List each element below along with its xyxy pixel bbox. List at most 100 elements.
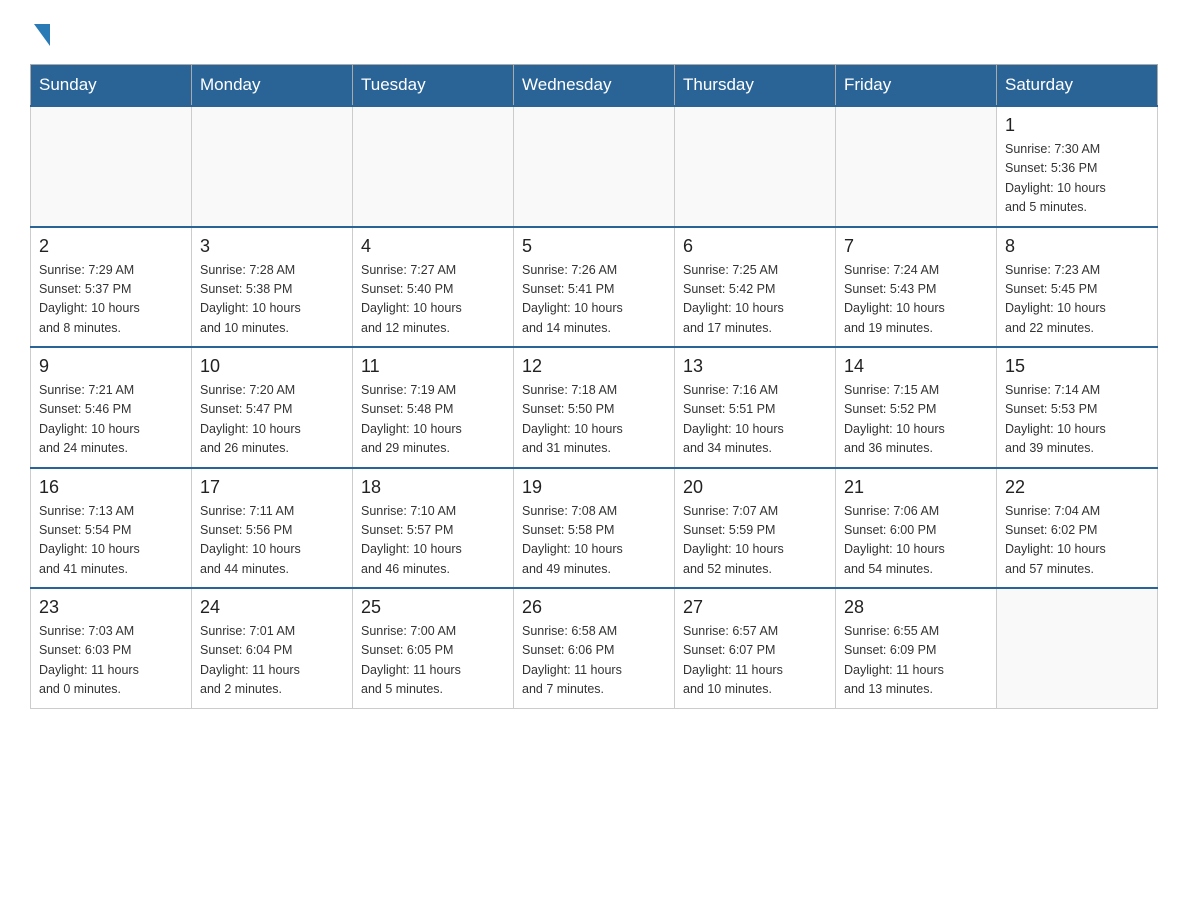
day-number: 27 [683,597,827,618]
day-number: 19 [522,477,666,498]
calendar-cell: 25 Sunrise: 7:00 AM Sunset: 6:05 PM Dayli… [353,588,514,708]
weekday-header-wednesday: Wednesday [514,65,675,107]
day-info: Sunrise: 7:13 AM Sunset: 5:54 PM Dayligh… [39,502,183,580]
calendar-cell [836,106,997,227]
logo [30,20,50,44]
day-number: 17 [200,477,344,498]
day-number: 22 [1005,477,1149,498]
day-info: Sunrise: 6:55 AM Sunset: 6:09 PM Dayligh… [844,622,988,700]
day-info: Sunrise: 7:16 AM Sunset: 5:51 PM Dayligh… [683,381,827,459]
calendar-cell: 11Sunrise: 7:19 AM Sunset: 5:48 PM Dayli… [353,347,514,468]
calendar-cell: 26 Sunrise: 6:58 AM Sunset: 6:06 PM Dayli… [514,588,675,708]
day-info: Sunrise: 7:15 AM Sunset: 5:52 PM Dayligh… [844,381,988,459]
day-number: 15 [1005,356,1149,377]
calendar-cell: 2 Sunrise: 7:29 AM Sunset: 5:37 PM Daylig… [31,227,192,348]
weekday-header-row: SundayMondayTuesdayWednesdayThursdayFrid… [31,65,1158,107]
calendar-cell: 24 Sunrise: 7:01 AM Sunset: 6:04 PM Dayli… [192,588,353,708]
day-number: 24 [200,597,344,618]
day-number: 2 [39,236,183,257]
week-row-2: 2 Sunrise: 7:29 AM Sunset: 5:37 PM Daylig… [31,227,1158,348]
day-info: Sunrise: 7:04 AM Sunset: 6:02 PM Dayligh… [1005,502,1149,580]
day-info: Sunrise: 7:20 AM Sunset: 5:47 PM Dayligh… [200,381,344,459]
day-number: 11 [361,356,505,377]
day-info: Sunrise: 7:14 AM Sunset: 5:53 PM Dayligh… [1005,381,1149,459]
calendar-cell [997,588,1158,708]
calendar-cell: 1 Sunrise: 7:30 AM Sunset: 5:36 PM Daylig… [997,106,1158,227]
calendar-cell [31,106,192,227]
calendar-cell [675,106,836,227]
page-header [30,20,1158,44]
day-info: Sunrise: 7:23 AM Sunset: 5:45 PM Dayligh… [1005,261,1149,339]
weekday-header-monday: Monday [192,65,353,107]
day-info: Sunrise: 6:58 AM Sunset: 6:06 PM Dayligh… [522,622,666,700]
calendar-cell [353,106,514,227]
weekday-header-thursday: Thursday [675,65,836,107]
calendar-cell: 13 Sunrise: 7:16 AM Sunset: 5:51 PM Dayli… [675,347,836,468]
day-info: Sunrise: 7:11 AM Sunset: 5:56 PM Dayligh… [200,502,344,580]
day-number: 12 [522,356,666,377]
day-info: Sunrise: 7:07 AM Sunset: 5:59 PM Dayligh… [683,502,827,580]
calendar-cell: 14Sunrise: 7:15 AM Sunset: 5:52 PM Dayli… [836,347,997,468]
weekday-header-tuesday: Tuesday [353,65,514,107]
logo-arrow-icon [34,24,50,46]
day-number: 18 [361,477,505,498]
weekday-header-saturday: Saturday [997,65,1158,107]
day-info: Sunrise: 6:57 AM Sunset: 6:07 PM Dayligh… [683,622,827,700]
calendar-cell: 7 Sunrise: 7:24 AM Sunset: 5:43 PM Daylig… [836,227,997,348]
day-number: 1 [1005,115,1149,136]
day-number: 3 [200,236,344,257]
week-row-4: 16 Sunrise: 7:13 AM Sunset: 5:54 PM Dayli… [31,468,1158,589]
calendar-cell: 18 Sunrise: 7:10 AM Sunset: 5:57 PM Dayli… [353,468,514,589]
calendar-cell: 21 Sunrise: 7:06 AM Sunset: 6:00 PM Dayli… [836,468,997,589]
day-number: 21 [844,477,988,498]
day-number: 7 [844,236,988,257]
day-info: Sunrise: 7:00 AM Sunset: 6:05 PM Dayligh… [361,622,505,700]
day-info: Sunrise: 7:10 AM Sunset: 5:57 PM Dayligh… [361,502,505,580]
day-info: Sunrise: 7:03 AM Sunset: 6:03 PM Dayligh… [39,622,183,700]
day-number: 20 [683,477,827,498]
calendar-cell: 12 Sunrise: 7:18 AM Sunset: 5:50 PM Dayli… [514,347,675,468]
day-info: Sunrise: 7:28 AM Sunset: 5:38 PM Dayligh… [200,261,344,339]
calendar-cell: 9 Sunrise: 7:21 AM Sunset: 5:46 PM Daylig… [31,347,192,468]
calendar-cell: 15 Sunrise: 7:14 AM Sunset: 5:53 PM Dayli… [997,347,1158,468]
day-info: Sunrise: 7:06 AM Sunset: 6:00 PM Dayligh… [844,502,988,580]
day-number: 9 [39,356,183,377]
day-info: Sunrise: 7:24 AM Sunset: 5:43 PM Dayligh… [844,261,988,339]
calendar-cell: 20 Sunrise: 7:07 AM Sunset: 5:59 PM Dayli… [675,468,836,589]
day-info: Sunrise: 7:30 AM Sunset: 5:36 PM Dayligh… [1005,140,1149,218]
day-number: 25 [361,597,505,618]
day-info: Sunrise: 7:18 AM Sunset: 5:50 PM Dayligh… [522,381,666,459]
calendar-cell: 5 Sunrise: 7:26 AM Sunset: 5:41 PM Daylig… [514,227,675,348]
calendar-cell [192,106,353,227]
calendar-table: SundayMondayTuesdayWednesdayThursdayFrid… [30,64,1158,709]
calendar-cell: 4 Sunrise: 7:27 AM Sunset: 5:40 PM Daylig… [353,227,514,348]
day-number: 5 [522,236,666,257]
week-row-1: 1 Sunrise: 7:30 AM Sunset: 5:36 PM Daylig… [31,106,1158,227]
day-number: 4 [361,236,505,257]
calendar-cell: 28 Sunrise: 6:55 AM Sunset: 6:09 PM Dayli… [836,588,997,708]
week-row-5: 23 Sunrise: 7:03 AM Sunset: 6:03 PM Dayli… [31,588,1158,708]
day-info: Sunrise: 7:08 AM Sunset: 5:58 PM Dayligh… [522,502,666,580]
day-info: Sunrise: 7:25 AM Sunset: 5:42 PM Dayligh… [683,261,827,339]
day-info: Sunrise: 7:26 AM Sunset: 5:41 PM Dayligh… [522,261,666,339]
calendar-cell: 23 Sunrise: 7:03 AM Sunset: 6:03 PM Dayli… [31,588,192,708]
day-number: 16 [39,477,183,498]
day-info: Sunrise: 7:21 AM Sunset: 5:46 PM Dayligh… [39,381,183,459]
calendar-cell: 22 Sunrise: 7:04 AM Sunset: 6:02 PM Dayli… [997,468,1158,589]
day-number: 23 [39,597,183,618]
calendar-cell: 19 Sunrise: 7:08 AM Sunset: 5:58 PM Dayli… [514,468,675,589]
day-number: 8 [1005,236,1149,257]
day-number: 13 [683,356,827,377]
day-number: 28 [844,597,988,618]
calendar-cell: 10 Sunrise: 7:20 AM Sunset: 5:47 PM Dayli… [192,347,353,468]
week-row-3: 9 Sunrise: 7:21 AM Sunset: 5:46 PM Daylig… [31,347,1158,468]
day-number: 10 [200,356,344,377]
day-info: Sunrise: 7:27 AM Sunset: 5:40 PM Dayligh… [361,261,505,339]
day-number: 6 [683,236,827,257]
calendar-cell [514,106,675,227]
day-info: Sunrise: 7:01 AM Sunset: 6:04 PM Dayligh… [200,622,344,700]
calendar-cell: 17 Sunrise: 7:11 AM Sunset: 5:56 PM Dayli… [192,468,353,589]
day-number: 26 [522,597,666,618]
day-info: Sunrise: 7:29 AM Sunset: 5:37 PM Dayligh… [39,261,183,339]
calendar-cell: 16 Sunrise: 7:13 AM Sunset: 5:54 PM Dayli… [31,468,192,589]
